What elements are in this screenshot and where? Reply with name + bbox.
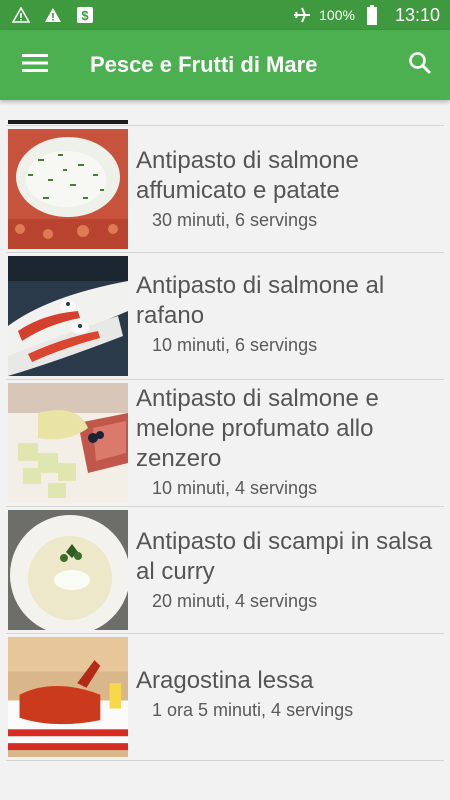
recipe-name: Antipasto di salmone e melone profumato … [136, 385, 379, 472]
recipe-name: Antipasto di salmone al rafano [136, 272, 385, 329]
recipe-thumbnail [8, 129, 128, 249]
recipe-item[interactable]: Aragostina lessa 1 ora 5 minuti, 4 servi… [6, 634, 444, 761]
menu-icon [22, 53, 48, 78]
battery-percent: 100% [319, 7, 355, 23]
recipe-meta: 30 minuti, 6 servings [152, 210, 318, 230]
recipe-item[interactable]: Antipasto di salmone al rafano 10 minuti… [6, 253, 444, 380]
airplane-icon [291, 5, 313, 25]
recipe-meta: 10 minuti, 6 servings [152, 335, 318, 355]
recipe-list[interactable]: Antipasto di salmone affumicato e patate… [0, 100, 450, 761]
recipe-thumbnail [8, 510, 128, 630]
recipe-thumbnail [8, 256, 128, 376]
list-item-partial[interactable] [6, 100, 444, 126]
search-button[interactable] [390, 30, 450, 100]
money-icon: $ [74, 5, 96, 25]
recipe-name: Aragostina lessa [136, 667, 314, 694]
menu-button[interactable] [0, 30, 70, 100]
recipe-name: Antipasto di salmone affumicato e patate [136, 147, 359, 204]
recipe-item[interactable]: Antipasto di scampi in salsa al curry 20… [6, 507, 444, 634]
page-title: Pesce e Frutti di Mare [90, 52, 318, 77]
svg-text:$: $ [81, 8, 89, 23]
recipe-thumbnail [8, 637, 128, 757]
recipe-item[interactable]: Antipasto di salmone affumicato e patate… [6, 126, 444, 253]
recipe-item[interactable]: Antipasto di salmone e melone profumato … [6, 380, 444, 507]
recipe-meta: 10 minuti, 4 servings [152, 478, 318, 498]
battery-icon [361, 5, 383, 25]
recipe-meta: 20 minuti, 4 servings [152, 591, 318, 611]
app-bar: Pesce e Frutti di Mare [0, 30, 450, 100]
recipe-thumbnail [8, 383, 128, 503]
search-icon [408, 51, 432, 80]
thumbnail-partial [8, 120, 128, 124]
recipe-name: Antipasto di scampi in salsa al curry [136, 528, 433, 585]
warning-icon [42, 5, 64, 25]
warning-icon [10, 5, 32, 25]
recipe-meta: 1 ora 5 minuti, 4 servings [152, 700, 354, 720]
status-bar: $ 100% 13:10 [0, 0, 450, 30]
clock: 13:10 [394, 4, 440, 25]
